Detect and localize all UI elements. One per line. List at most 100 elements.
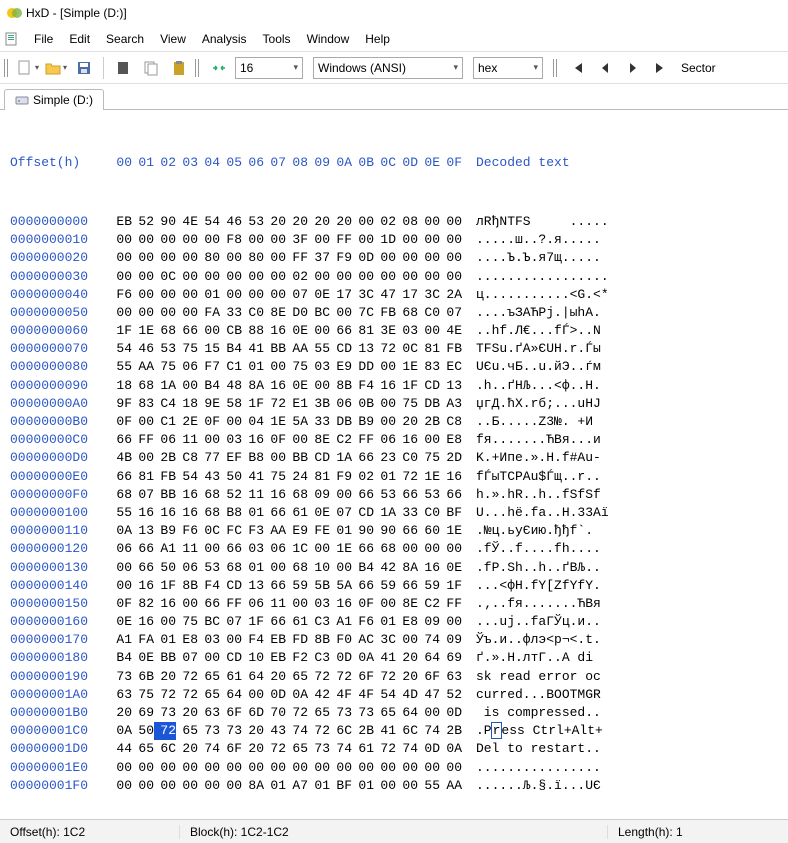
- byte[interactable]: 00: [220, 268, 242, 286]
- byte[interactable]: 72: [396, 468, 418, 486]
- decoded-text[interactable]: ц...........<G.<*: [476, 286, 609, 304]
- byte[interactable]: B4: [220, 340, 242, 358]
- byte[interactable]: 03: [308, 595, 330, 613]
- byte[interactable]: 00: [374, 395, 396, 413]
- byte[interactable]: 6C: [396, 722, 418, 740]
- hex-row[interactable]: 00000001C00A5072657373204374726C2B416C74…: [10, 722, 778, 740]
- hex-row[interactable]: 0000000170A1FA01E80300F4EBFD8BF0AC3C0074…: [10, 631, 778, 649]
- byte[interactable]: 00: [418, 249, 440, 267]
- byte[interactable]: 0F: [110, 595, 132, 613]
- decoded-text[interactable]: is compressed..: [476, 704, 601, 722]
- decoded-text[interactable]: .Press Ctrl+Alt+: [476, 722, 603, 740]
- byte[interactable]: 41: [374, 722, 396, 740]
- byte[interactable]: 75: [286, 358, 308, 376]
- byte[interactable]: 0A: [110, 722, 132, 740]
- byte[interactable]: 00: [220, 631, 242, 649]
- hex-row[interactable]: 00000000E06681FB54435041752481F90201721E…: [10, 468, 778, 486]
- byte[interactable]: 1A: [374, 504, 396, 522]
- byte[interactable]: 8B: [308, 631, 330, 649]
- byte[interactable]: F2: [286, 649, 308, 667]
- byte[interactable]: 1A: [154, 377, 176, 395]
- byte[interactable]: 00: [220, 249, 242, 267]
- byte[interactable]: A1: [154, 540, 176, 558]
- open-button[interactable]: ▾: [44, 56, 68, 80]
- byte[interactable]: 20: [330, 213, 352, 231]
- byte[interactable]: 81: [132, 468, 154, 486]
- byte[interactable]: 09: [308, 486, 330, 504]
- byte[interactable]: 00: [440, 231, 462, 249]
- byte[interactable]: 54: [176, 468, 198, 486]
- byte[interactable]: 42: [308, 686, 330, 704]
- decoded-text[interactable]: h.».hR..h..fSfSf: [476, 486, 601, 504]
- byte[interactable]: 80: [198, 249, 220, 267]
- byte[interactable]: E8: [396, 613, 418, 631]
- byte[interactable]: 66: [110, 431, 132, 449]
- byte[interactable]: B4: [352, 559, 374, 577]
- byte[interactable]: 00: [110, 249, 132, 267]
- byte[interactable]: 4F: [352, 686, 374, 704]
- byte[interactable]: 73: [330, 704, 352, 722]
- byte[interactable]: CD: [330, 340, 352, 358]
- byte[interactable]: 52: [132, 213, 154, 231]
- byte[interactable]: 66: [330, 322, 352, 340]
- decoded-text[interactable]: fЃыTCPAu$Ѓщ..r..: [476, 468, 601, 486]
- byte[interactable]: E9: [286, 522, 308, 540]
- byte[interactable]: 1A: [330, 449, 352, 467]
- byte[interactable]: 2B: [440, 722, 462, 740]
- byte[interactable]: EC: [440, 358, 462, 376]
- byte[interactable]: 41: [242, 468, 264, 486]
- byte[interactable]: FF: [220, 595, 242, 613]
- byte[interactable]: EB: [264, 649, 286, 667]
- byte[interactable]: BC: [198, 613, 220, 631]
- byte[interactable]: AA: [264, 522, 286, 540]
- byte[interactable]: 66: [132, 540, 154, 558]
- byte[interactable]: 00: [374, 759, 396, 777]
- byte[interactable]: 00: [110, 777, 132, 795]
- byte[interactable]: 52: [440, 686, 462, 704]
- byte[interactable]: 0C: [154, 268, 176, 286]
- byte[interactable]: 88: [242, 322, 264, 340]
- byte[interactable]: 72: [330, 668, 352, 686]
- byte[interactable]: 72: [308, 722, 330, 740]
- byte[interactable]: 68: [198, 504, 220, 522]
- byte[interactable]: 74: [330, 740, 352, 758]
- byte[interactable]: AA: [132, 358, 154, 376]
- byte[interactable]: 03: [308, 358, 330, 376]
- byte[interactable]: 90: [352, 522, 374, 540]
- byte[interactable]: 59: [418, 577, 440, 595]
- hex-row[interactable]: 000000009018681A00B4488A160E008BF4161FCD…: [10, 377, 778, 395]
- byte[interactable]: 16: [132, 613, 154, 631]
- byte[interactable]: 20: [308, 213, 330, 231]
- byte[interactable]: 16: [440, 468, 462, 486]
- byte[interactable]: 00: [264, 759, 286, 777]
- byte[interactable]: 33: [396, 504, 418, 522]
- byte[interactable]: 07: [220, 613, 242, 631]
- byte[interactable]: 0D: [418, 740, 440, 758]
- byte[interactable]: 1E: [418, 468, 440, 486]
- hex-row[interactable]: 000000008055AA7506F7C101007503E9DD001E83…: [10, 358, 778, 376]
- byte[interactable]: 0B: [352, 395, 374, 413]
- bytes-per-row-select[interactable]: 16 ▾: [235, 57, 303, 79]
- byte[interactable]: 00: [374, 268, 396, 286]
- byte[interactable]: 65: [198, 668, 220, 686]
- byte[interactable]: 61: [352, 740, 374, 758]
- byte[interactable]: 16: [374, 377, 396, 395]
- byte[interactable]: 5A: [330, 577, 352, 595]
- byte[interactable]: 17: [330, 286, 352, 304]
- byte[interactable]: 16: [132, 504, 154, 522]
- byte[interactable]: 83: [418, 358, 440, 376]
- byte[interactable]: 0E: [308, 286, 330, 304]
- byte[interactable]: 53: [198, 559, 220, 577]
- byte[interactable]: 16: [176, 486, 198, 504]
- byte[interactable]: B4: [198, 377, 220, 395]
- byte[interactable]: 00: [132, 304, 154, 322]
- decoded-text[interactable]: ....Ъ.Ъ.я7щ.....: [476, 249, 601, 267]
- byte[interactable]: 2B: [418, 413, 440, 431]
- base-select[interactable]: hex ▾: [473, 57, 543, 79]
- byte[interactable]: 54: [374, 686, 396, 704]
- byte[interactable]: 16: [154, 504, 176, 522]
- byte[interactable]: 52: [220, 486, 242, 504]
- byte[interactable]: C0: [418, 504, 440, 522]
- hex-view[interactable]: Offset(h) 000102030405060708090A0B0C0D0E…: [0, 110, 788, 819]
- byte[interactable]: 11: [264, 595, 286, 613]
